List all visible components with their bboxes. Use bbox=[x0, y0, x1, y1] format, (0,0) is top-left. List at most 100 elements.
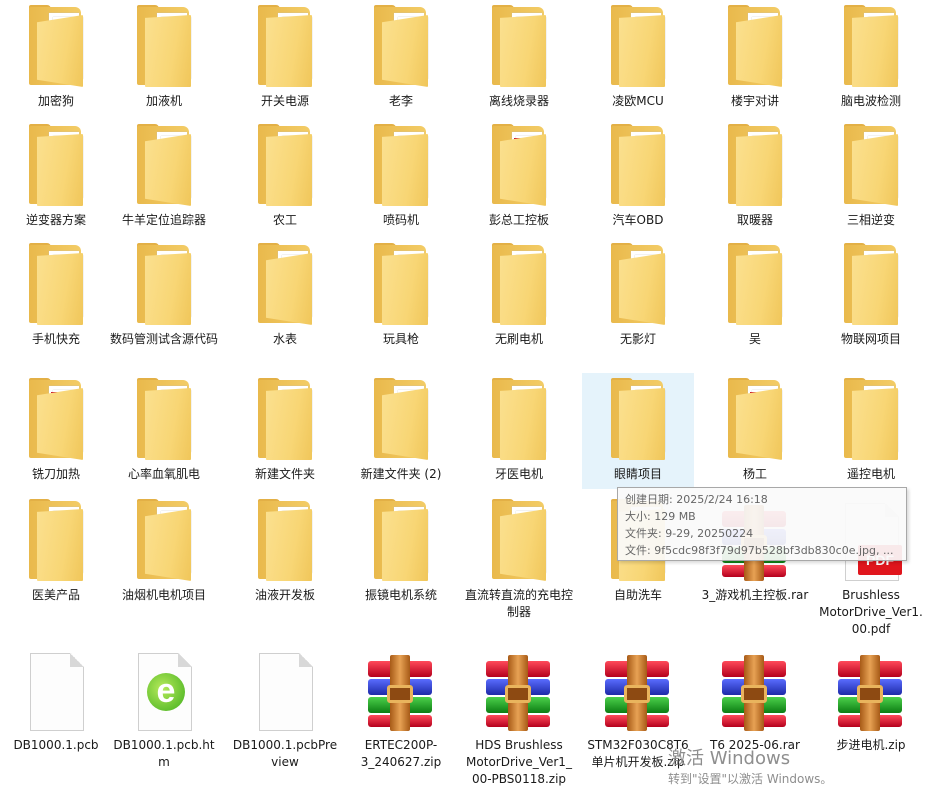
item-label: 直流转直流的充电控制器 bbox=[465, 588, 574, 619]
item-label: DB1000.1.pcb bbox=[13, 738, 99, 752]
item-label: 玩具枪 bbox=[382, 332, 419, 346]
item-label: 无刷电机 bbox=[494, 332, 543, 346]
tooltip-folders: 文件夹: 9-29, 20250224 bbox=[625, 527, 754, 540]
folder-item[interactable]: 喷码机 bbox=[345, 119, 457, 235]
folder-icon: PDF bbox=[478, 378, 560, 464]
item-label: 铣刀加热 bbox=[31, 467, 80, 481]
file-item[interactable]: DB1000.1.pcb bbox=[0, 644, 112, 809]
item-label: DB1000.1.pcb.htm bbox=[113, 738, 215, 769]
folder-icon bbox=[15, 124, 97, 210]
item-label: 水表 bbox=[272, 332, 297, 346]
item-label: 农工 bbox=[272, 213, 297, 227]
file-item[interactable]: ERTEC200P-3_240627.zip bbox=[345, 644, 457, 809]
item-label: 新建文件夹 (2) bbox=[360, 467, 442, 481]
folder-item[interactable]: 新建文件夹 bbox=[229, 373, 341, 489]
file-item[interactable]: DB1000.1.pcbPreview bbox=[229, 644, 341, 809]
folder-item[interactable]: 无刷电机 bbox=[463, 238, 575, 354]
folder-item[interactable]: 铣刀加热 bbox=[0, 373, 112, 489]
item-label: 脑电波检测 bbox=[840, 94, 901, 108]
item-label: 自助洗车 bbox=[613, 588, 662, 602]
folder-icon: PDF bbox=[123, 5, 205, 91]
folder-item[interactable]: 老李 bbox=[345, 0, 457, 116]
folder-item[interactable]: 脑电波检测 bbox=[815, 0, 927, 116]
item-label: 物联网项目 bbox=[840, 332, 901, 346]
folder-item[interactable]: 眼睛项目 bbox=[582, 373, 694, 489]
folder-icon: PDF bbox=[597, 5, 679, 91]
archive-icon bbox=[830, 649, 912, 735]
folder-item[interactable]: 牛羊定位追踪器 bbox=[108, 119, 220, 235]
item-label: Brushless MotorDrive_Ver1.00.pdf bbox=[819, 588, 923, 636]
folder-item[interactable]: 数码管测试含源代码 bbox=[108, 238, 220, 354]
folder-item[interactable]: PDF 加液机 bbox=[108, 0, 220, 116]
folder-item[interactable]: PDF 凌欧MCU bbox=[582, 0, 694, 116]
folder-item[interactable]: 振镜电机系统 bbox=[345, 494, 457, 610]
folder-item[interactable]: 油液开发板 bbox=[229, 494, 341, 610]
folder-item[interactable]: 新建文件夹 (2) bbox=[345, 373, 457, 489]
folder-item[interactable]: 彭总工控板 bbox=[463, 119, 575, 235]
folder-icon: PDF bbox=[123, 499, 205, 585]
blank-file-icon bbox=[15, 649, 97, 735]
folder-item[interactable]: 取暖器 bbox=[699, 119, 811, 235]
watermark-subtitle: 转到"设置"以激活 Windows。 bbox=[668, 772, 833, 786]
folder-item[interactable]: PDF 遥控电机 bbox=[815, 373, 927, 489]
folder-item[interactable]: 逆变器方案 bbox=[0, 119, 112, 235]
folder-icon bbox=[478, 499, 560, 585]
folder-icon: PDF bbox=[360, 243, 442, 329]
folder-item[interactable]: PDF 玩具枪 bbox=[345, 238, 457, 354]
folder-item[interactable]: 加密狗 bbox=[0, 0, 112, 116]
archive-icon bbox=[360, 649, 442, 735]
folder-item[interactable]: PDF 离线烧录器 bbox=[463, 0, 575, 116]
folder-item[interactable]: PDF 牙医电机 bbox=[463, 373, 575, 489]
folder-item[interactable]: PDF 油烟机电机项目 bbox=[108, 494, 220, 610]
folder-item[interactable]: PDF 开关电源 bbox=[229, 0, 341, 116]
item-label: 眼睛项目 bbox=[613, 467, 662, 481]
folder-item[interactable]: PDF 楼宇对讲 bbox=[699, 0, 811, 116]
item-label: 油液开发板 bbox=[254, 588, 315, 602]
item-label: 遥控电机 bbox=[846, 467, 895, 481]
folder-icon bbox=[597, 243, 679, 329]
folder-icon bbox=[244, 378, 326, 464]
item-label: 取暖器 bbox=[736, 213, 773, 227]
item-label: 油烟机电机项目 bbox=[121, 588, 206, 602]
archive-icon bbox=[597, 649, 679, 735]
folder-icon: PDF bbox=[15, 243, 97, 329]
folder-item[interactable]: 三相逆变 bbox=[815, 119, 927, 235]
watermark-title: 激活 Windows bbox=[668, 748, 791, 769]
item-label: 步进电机.zip bbox=[836, 738, 906, 752]
tooltip-size: 大小: 129 MB bbox=[625, 510, 696, 523]
folder-item[interactable]: 直流转直流的充电控制器 bbox=[463, 494, 575, 619]
item-label: 离线烧录器 bbox=[488, 94, 549, 108]
item-label: 数码管测试含源代码 bbox=[110, 332, 219, 346]
folder-item[interactable]: PDF 物联网项目 bbox=[815, 238, 927, 354]
file-item[interactable]: e DB1000.1.pcb.htm bbox=[108, 644, 220, 809]
folder-item[interactable]: 杨工 bbox=[699, 373, 811, 489]
archive-icon bbox=[478, 649, 560, 735]
item-label: 杨工 bbox=[742, 467, 767, 481]
folder-icon: PDF bbox=[244, 5, 326, 91]
folder-icon bbox=[478, 124, 560, 210]
item-label: 彭总工控板 bbox=[488, 213, 549, 227]
item-label: 老李 bbox=[388, 94, 413, 108]
folder-icon: PDF bbox=[830, 243, 912, 329]
folder-icon bbox=[244, 124, 326, 210]
folder-icon: PDF bbox=[714, 243, 796, 329]
item-label: 喷码机 bbox=[382, 213, 419, 227]
tooltip-files: 文件: 9f5cdc98f3f79d97b528bf3db830c0e.jpg,… bbox=[625, 544, 894, 557]
folder-icon bbox=[360, 124, 442, 210]
file-item[interactable]: HDS Brushless MotorDrive_Ver1_00-PBS0118… bbox=[463, 644, 575, 809]
item-label: 汽车OBD bbox=[612, 213, 664, 227]
folder-icon bbox=[597, 378, 679, 464]
folder-item[interactable]: 农工 bbox=[229, 119, 341, 235]
folder-item[interactable]: 无影灯 bbox=[582, 238, 694, 354]
item-label: 楼宇对讲 bbox=[730, 94, 779, 108]
folder-item[interactable]: PDF 手机快充 bbox=[0, 238, 112, 354]
folder-item[interactable]: 汽车OBD bbox=[582, 119, 694, 235]
folder-item[interactable]: PDF 心率血氧肌电 bbox=[108, 373, 220, 489]
item-label: ERTEC200P-3_240627.zip bbox=[360, 738, 442, 769]
folder-item[interactable]: PDF 水表 bbox=[229, 238, 341, 354]
item-label: 加密狗 bbox=[37, 94, 74, 108]
folder-icon bbox=[360, 5, 442, 91]
folder-item[interactable]: 医美产品 bbox=[0, 494, 112, 610]
file-grid: 加密狗 PDF 加液机 PDF 开关电源 老李 PDF 离线烧录器 PDF 凌欧MCU PDF 楼宇对… bbox=[0, 0, 927, 812]
folder-item[interactable]: PDF 吴 bbox=[699, 238, 811, 354]
